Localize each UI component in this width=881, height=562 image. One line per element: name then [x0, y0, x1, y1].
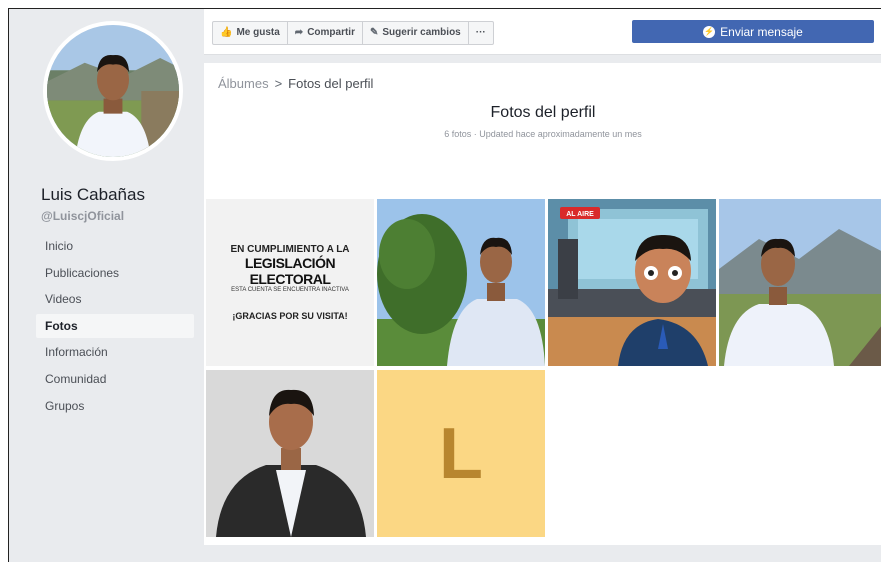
- profile-name[interactable]: Luis Cabañas: [41, 185, 145, 205]
- breadcrumb-separator: >: [274, 76, 283, 91]
- share-arrow-icon: ➦: [294, 27, 304, 38]
- photo-studio-image: [206, 370, 374, 537]
- album-panel: Álbumes > Fotos del perfil Fotos del perfi…: [204, 63, 881, 545]
- profile-handle: @LuiscjOficial: [41, 209, 125, 223]
- notice-line-4: ¡GRACIAS POR SU VISITA!: [232, 311, 348, 321]
- sidebar-item-publicaciones[interactable]: Publicaciones: [36, 261, 194, 285]
- action-bar: 👍 Me gusta ➦ Compartir ✎ Sugerir cambios…: [204, 9, 881, 55]
- photo-cartoon-image: AL AIRE: [548, 199, 716, 366]
- notice-line-1: EN CUMPLIMIENTO A LA: [230, 244, 350, 255]
- messenger-icon: ⚡: [703, 25, 716, 38]
- action-button-group: 👍 Me gusta ➦ Compartir ✎ Sugerir cambios…: [212, 21, 494, 45]
- sidebar-item-comunidad[interactable]: Comunidad: [36, 367, 194, 391]
- send-message-label: Enviar mensaje: [720, 24, 803, 39]
- suggest-label: Sugerir cambios: [382, 27, 461, 38]
- share-label: Compartir: [307, 27, 355, 38]
- send-message-button[interactable]: ⚡ Enviar mensaje: [632, 20, 874, 43]
- sidebar-item-inicio[interactable]: Inicio: [36, 234, 194, 258]
- breadcrumb-albums-link[interactable]: Álbumes: [218, 76, 269, 91]
- sidebar-item-grupos[interactable]: Grupos: [36, 394, 194, 418]
- like-button[interactable]: 👍 Me gusta: [212, 21, 288, 45]
- photo-letter-logo[interactable]: L: [377, 370, 545, 537]
- sidebar-item-videos[interactable]: Videos: [36, 287, 194, 311]
- more-dots-icon: ···: [475, 27, 486, 38]
- sidebar-nav: Inicio Publicaciones Videos Fotos Inform…: [36, 234, 194, 420]
- suggest-edits-button[interactable]: ✎ Sugerir cambios: [361, 21, 469, 45]
- page-frame: Luis Cabañas @LuiscjOficial Inicio Publi…: [8, 8, 881, 562]
- avatar[interactable]: [43, 21, 183, 161]
- photo-cartoon[interactable]: AL AIRE: [548, 199, 716, 366]
- sidebar-item-informacion[interactable]: Información: [36, 340, 194, 364]
- thumbs-up-icon: 👍: [220, 27, 233, 38]
- album-meta: 6 fotos · Updated hace aproximadamente u…: [444, 129, 642, 139]
- share-button[interactable]: ➦ Compartir: [286, 21, 363, 45]
- breadcrumb: Álbumes > Fotos del perfil: [218, 76, 373, 91]
- album-title: Fotos del perfil: [490, 104, 596, 121]
- pencil-icon: ✎: [369, 27, 379, 38]
- notice-line-2: LEGISLACIÓN ELECTORAL: [244, 255, 336, 287]
- notice-line-3: ESTA CUENTA SE ENCUENTRA INACTIVA: [231, 287, 349, 293]
- sidebar-item-fotos[interactable]: Fotos: [36, 313, 194, 338]
- on-air-badge: AL AIRE: [566, 211, 594, 218]
- photo-notice[interactable]: EN CUMPLIMIENTO A LA LEGISLACIÓN ELECTOR…: [206, 199, 374, 366]
- letter-logo-glyph: L: [439, 413, 483, 494]
- photo-tree-image: [377, 199, 545, 366]
- photo-studio-portrait[interactable]: [206, 370, 374, 537]
- more-options-button[interactable]: ···: [467, 21, 494, 45]
- breadcrumb-current: Fotos del perfil: [288, 76, 374, 91]
- photo-tree-portrait[interactable]: [377, 199, 545, 366]
- like-label: Me gusta: [236, 27, 280, 38]
- sidebar: Luis Cabañas @LuiscjOficial Inicio Publi…: [9, 9, 204, 562]
- photo-mountain-portrait[interactable]: [719, 199, 881, 366]
- avatar-photo: [47, 25, 179, 157]
- photo-mountain-image: [719, 199, 881, 366]
